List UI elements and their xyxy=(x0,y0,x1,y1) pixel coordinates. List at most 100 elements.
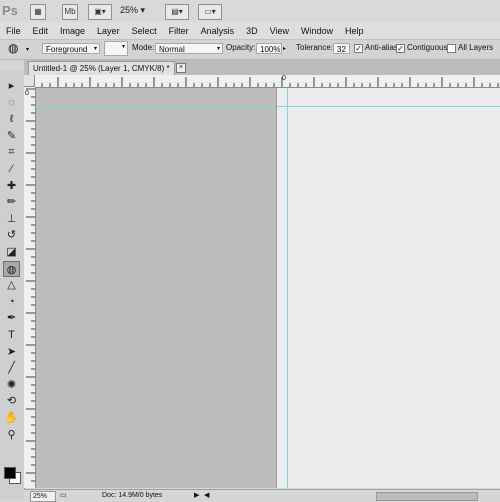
menu-analysis[interactable]: Analysis xyxy=(195,26,241,36)
menu-file[interactable]: File xyxy=(0,26,27,36)
opacity-value: 100% xyxy=(260,45,281,54)
pattern-picker[interactable]: ▾ xyxy=(104,41,128,56)
chevron-down-icon: ▾ xyxy=(121,44,125,50)
launch-bridge-button[interactable]: ▦ xyxy=(30,4,46,20)
menu-select[interactable]: Select xyxy=(126,26,163,36)
vertical-guide[interactable] xyxy=(287,88,288,488)
paint-bucket-tool-icon[interactable]: ◍ xyxy=(3,260,20,277)
scroll-left-icon[interactable]: ◀ xyxy=(204,491,209,500)
status-zoom-field[interactable]: 25% xyxy=(30,491,56,502)
application-bar: Ps ▦ Mb ▣▾ 25% ▾ ▤▾ ▭▾ xyxy=(0,0,500,23)
menu-view[interactable]: View xyxy=(264,26,295,36)
document-tab[interactable]: Untitled-1 @ 25% (Layer 1, CMYK/8) * xyxy=(28,61,175,76)
zoom-level-value: 25% xyxy=(120,5,139,15)
menu-edit[interactable]: Edit xyxy=(27,26,55,36)
chevron-down-icon: ▾ xyxy=(93,46,97,52)
status-zoom-icon[interactable]: ▭ xyxy=(60,491,67,500)
menu-bar: File Edit Image Layer Select Filter Anal… xyxy=(0,22,500,40)
history-brush-tool-icon[interactable]: ↺ xyxy=(3,227,20,243)
document-canvas[interactable] xyxy=(276,88,500,488)
horizontal-ruler[interactable]: 0 xyxy=(24,75,500,88)
3d-rotate-tool-icon[interactable]: ✺ xyxy=(3,377,20,393)
horizontal-guide[interactable] xyxy=(277,106,500,107)
eyedropper-tool-icon[interactable]: ⁄ xyxy=(3,161,20,177)
arrange-documents-button[interactable]: ▤▾ xyxy=(165,4,189,20)
move-tool-icon[interactable]: ▸ xyxy=(3,78,20,94)
status-zoom-value: 25% xyxy=(33,493,48,500)
contiguous-label: Contiguous xyxy=(407,43,448,52)
fill-source-value: Foreground xyxy=(46,45,88,54)
eraser-tool-icon[interactable]: ◪ xyxy=(3,244,20,260)
opacity-field[interactable]: 100% xyxy=(256,43,282,54)
type-tool-icon[interactable]: T xyxy=(3,327,20,343)
tolerance-field[interactable]: 32 xyxy=(333,43,350,54)
ruler-label: 0 xyxy=(282,75,286,82)
menu-filter[interactable]: Filter xyxy=(163,26,195,36)
status-bar: 25% ▭ Doc: 14.9M/0 bytes ▶ ◀ xyxy=(24,489,500,502)
3d-orbit-tool-icon[interactable]: ⟲ xyxy=(3,393,20,409)
fill-source-dropdown[interactable]: Foreground ▾ xyxy=(42,43,100,54)
ruler-origin[interactable] xyxy=(24,75,35,87)
pen-tool-icon[interactable]: ✒ xyxy=(3,310,20,326)
lasso-tool-icon[interactable]: ℓ xyxy=(3,111,20,127)
healing-brush-tool-icon[interactable]: ✚ xyxy=(3,178,20,194)
menu-3d[interactable]: 3D xyxy=(240,26,264,36)
foreground-color-swatch[interactable] xyxy=(4,467,16,479)
vertical-ruler[interactable]: 0 xyxy=(24,87,36,488)
paint-bucket-preset-icon[interactable]: ◍ xyxy=(8,41,18,55)
mini-bridge-button[interactable]: Mb xyxy=(62,4,78,20)
mode-value: Normal xyxy=(159,45,185,54)
anti-alias-label: Anti-alias xyxy=(365,43,398,52)
view-extras-button[interactable]: ▣▾ xyxy=(88,4,112,20)
check-icon: ✓ xyxy=(355,44,362,53)
zoom-level-dropdown[interactable]: 25% ▾ xyxy=(120,5,160,18)
opacity-label: Opacity: xyxy=(226,43,256,52)
path-selection-tool-icon[interactable]: ➤ xyxy=(3,344,20,360)
chevron-down-icon[interactable]: ▾ xyxy=(26,46,29,53)
marquee-tool-icon[interactable]: ◌ xyxy=(3,95,20,111)
hand-tool-icon[interactable]: ✋ xyxy=(3,410,20,426)
dodge-tool-icon[interactable]: ◔ xyxy=(3,294,20,310)
zoom-tool-icon[interactable]: ⚲ xyxy=(3,427,20,443)
all-layers-checkbox[interactable] xyxy=(447,44,456,53)
horizontal-guide[interactable] xyxy=(36,106,276,107)
chevron-down-icon: ▾ xyxy=(216,46,220,52)
blur-tool-icon[interactable]: △ xyxy=(3,277,20,293)
document-tab-bar: Untitled-1 @ 25% (Layer 1, CMYK/8) * × xyxy=(24,60,500,76)
chevron-down-icon: ▾ xyxy=(140,5,146,15)
contiguous-checkbox[interactable]: ✓ xyxy=(396,44,405,53)
pasteboard-area[interactable] xyxy=(36,88,276,488)
brush-tool-icon[interactable]: ✏ xyxy=(3,194,20,210)
ruler-label: 0 xyxy=(25,90,29,97)
mini-bridge-icon: Mb xyxy=(64,7,76,16)
status-menu-arrow-icon[interactable]: ▶ xyxy=(194,491,199,500)
screen-mode-icon: ▭▾ xyxy=(204,7,216,16)
screen-mode-button[interactable]: ▭▾ xyxy=(198,4,222,20)
tolerance-value: 32 xyxy=(337,45,346,54)
line-tool-icon[interactable]: ╱ xyxy=(3,360,20,376)
document-size-info: Doc: 14.9M/0 bytes xyxy=(102,492,163,499)
tools-panel: ▸ ◌ ℓ ✎ ⌗ ⁄ ✚ ✏ ⊥ ↺ ◪ ◍ △ ◔ ✒ T ➤ ╱ ✺ ⟲ ✋ ⚲ xyxy=(0,70,25,500)
menu-window[interactable]: Window xyxy=(295,26,339,36)
arrange-icon: ▤▾ xyxy=(171,7,183,16)
clone-stamp-tool-icon[interactable]: ⊥ xyxy=(3,211,20,227)
vertical-ruler-ticks xyxy=(26,88,35,482)
crop-tool-icon[interactable]: ⌗ xyxy=(3,144,20,160)
tool-options-bar: ◍ ▾ Foreground ▾ ▾ Mode: Normal ▾ Opacity:… xyxy=(0,40,500,60)
all-layers-label: All Layers xyxy=(458,43,494,52)
menu-help[interactable]: Help xyxy=(339,26,370,36)
close-icon[interactable]: × xyxy=(176,63,186,73)
check-icon: ✓ xyxy=(397,44,404,53)
horizontal-ruler-ticks xyxy=(25,77,499,87)
mode-dropdown[interactable]: Normal ▾ xyxy=(155,43,223,54)
view-extras-icon: ▣▾ xyxy=(94,7,106,16)
quick-selection-tool-icon[interactable]: ✎ xyxy=(3,128,20,144)
menu-layer[interactable]: Layer xyxy=(91,26,126,36)
opacity-slider-button[interactable]: ▸ xyxy=(283,45,286,52)
photoshop-logo: Ps xyxy=(2,3,18,18)
menu-image[interactable]: Image xyxy=(54,26,91,36)
anti-alias-checkbox[interactable]: ✓ xyxy=(354,44,363,53)
bridge-icon: ▦ xyxy=(34,7,42,16)
mode-label: Mode: xyxy=(132,43,155,52)
document-tab-title: Untitled-1 @ 25% (Layer 1, CMYK/8) * xyxy=(33,64,170,73)
